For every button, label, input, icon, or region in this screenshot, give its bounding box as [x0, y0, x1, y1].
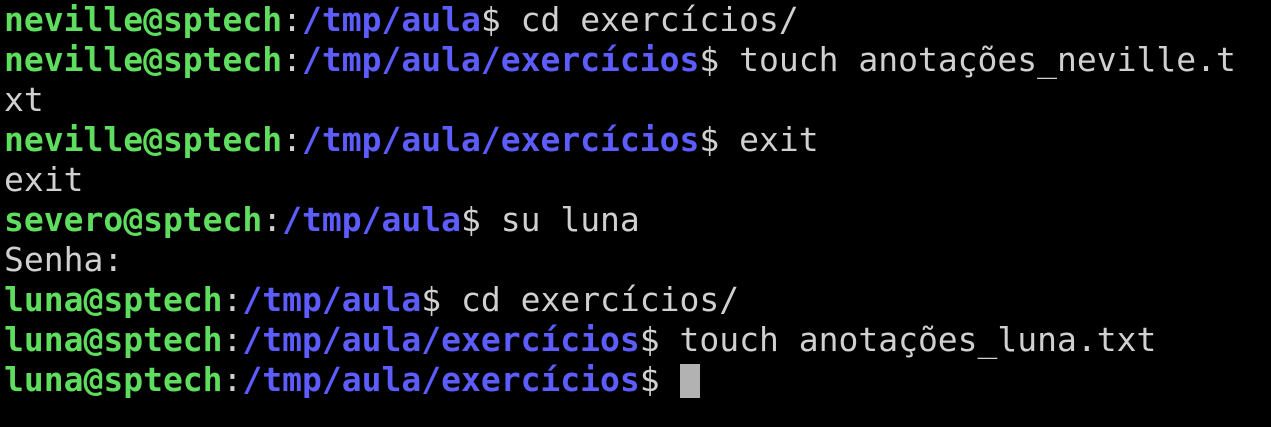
prompt-colon: : [282, 0, 303, 39]
prompt-line: severo@sptech:/tmp/aula$ su luna [4, 200, 1271, 240]
command-text: cd exercícios/ [520, 0, 799, 39]
output-line: xt [4, 80, 1271, 120]
command-text: touch anotações_luna.txt [679, 320, 1157, 359]
command-text: cd exercícios/ [460, 280, 740, 319]
prompt-user-host: luna@sptech [4, 280, 223, 319]
prompt-dollar: $ [699, 120, 720, 159]
command-text: exit [739, 120, 819, 159]
prompt-user-host: neville@sptech [4, 0, 283, 39]
prompt-colon: : [262, 200, 283, 239]
prompt-dollar: $ [421, 280, 442, 319]
output-line: Senha: [4, 240, 1271, 280]
prompt-line: neville@sptech:/tmp/aula$ cd exercícios/ [4, 0, 1271, 40]
prompt-colon: : [282, 40, 303, 79]
prompt-path: /tmp/aula [302, 0, 481, 39]
prompt-colon: : [282, 120, 303, 159]
prompt-user-host: luna@sptech [4, 360, 223, 399]
text-cursor [679, 364, 700, 398]
prompt-colon: : [222, 360, 243, 399]
prompt-user-host: luna@sptech [4, 320, 223, 359]
output-line: exit [4, 160, 1271, 200]
prompt-path: /tmp/aula/exercícios [302, 120, 700, 159]
prompt-dollar: $ [480, 0, 501, 39]
prompt-user-host: severo@sptech [4, 200, 263, 239]
active-prompt-line[interactable]: luna@sptech:/tmp/aula/exercícios$ [4, 360, 1271, 400]
prompt-dollar: $ [460, 200, 481, 239]
command-text: su luna [500, 200, 640, 239]
prompt-path: /tmp/aula [282, 200, 461, 239]
output-text: exit [4, 160, 84, 199]
prompt-line: luna@sptech:/tmp/aula$ cd exercícios/ [4, 280, 1271, 320]
prompt-dollar: $ [699, 40, 720, 79]
prompt-line: neville@sptech:/tmp/aula/exercícios$ exi… [4, 120, 1271, 160]
prompt-path: /tmp/aula/exercícios [242, 320, 640, 359]
prompt-line: luna@sptech:/tmp/aula/exercícios$ touch … [4, 320, 1271, 360]
output-text: xt [4, 80, 44, 119]
prompt-path: /tmp/aula/exercícios [242, 360, 640, 399]
password-prompt: Senha: [4, 240, 124, 279]
prompt-path: /tmp/aula/exercícios [302, 40, 700, 79]
prompt-dollar: $ [639, 320, 660, 359]
prompt-user-host: neville@sptech [4, 120, 283, 159]
command-text: touch anotações_neville.t [739, 40, 1236, 79]
prompt-line: neville@sptech:/tmp/aula/exercícios$ tou… [4, 40, 1271, 80]
prompt-dollar: $ [639, 360, 660, 399]
prompt-user-host: neville@sptech [4, 40, 283, 79]
prompt-colon: : [222, 320, 243, 359]
terminal-window[interactable]: neville@sptech:/tmp/aula$ cd exercícios/… [0, 0, 1271, 427]
prompt-colon: : [222, 280, 243, 319]
prompt-path: /tmp/aula [242, 280, 422, 319]
